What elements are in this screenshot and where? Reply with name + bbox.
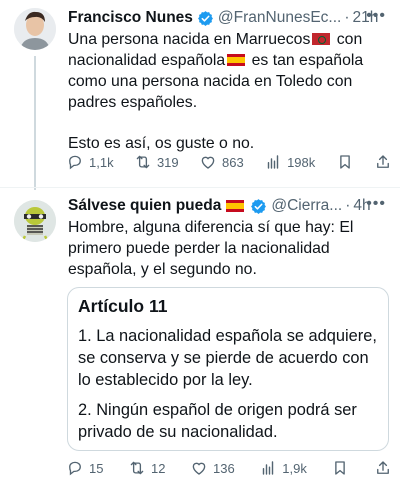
article-title: Artículo 11 xyxy=(78,296,168,316)
views-icon xyxy=(263,461,274,475)
tweet-2-actions: 15 12 136 1,9k xyxy=(66,458,392,478)
tweet-2[interactable]: Sálvese quien pueda @Cierra... · 4h ••• … xyxy=(0,0,400,487)
reply-button[interactable]: 15 xyxy=(66,459,103,477)
quoted-image-card[interactable]: Artículo 11 1. La nacionalidad española … xyxy=(67,287,389,451)
like-icon xyxy=(192,462,206,475)
author-handle[interactable]: @Cierra... xyxy=(271,197,342,215)
reply-count: 15 xyxy=(89,460,104,476)
views-count: 1,9k xyxy=(282,460,307,476)
like-button[interactable]: 136 xyxy=(190,459,235,477)
share-icon xyxy=(377,461,389,474)
views-button[interactable]: 1,9k xyxy=(259,459,307,477)
tweet-2-text: Hombre, alguna diferencia sí que hay: El… xyxy=(68,219,354,278)
retweet-icon xyxy=(130,461,144,475)
author-name[interactable]: Sálvese quien pueda xyxy=(68,197,221,215)
separator-dot: · xyxy=(345,197,351,214)
article-item-1: 1. La nacionalidad española se adquiere,… xyxy=(78,327,377,389)
share-button[interactable] xyxy=(374,459,392,477)
retweet-button[interactable]: 12 xyxy=(128,459,165,477)
retweet-count: 12 xyxy=(151,460,166,476)
bookmark-icon xyxy=(335,461,346,475)
more-icon[interactable]: ••• xyxy=(366,195,386,213)
bookmark-button[interactable] xyxy=(331,459,349,477)
verified-badge-icon xyxy=(251,198,267,214)
avatar-salvese[interactable] xyxy=(14,200,56,242)
article-item-2: 2. Ningún español de origen podrá ser pr… xyxy=(78,401,357,441)
spain-flag-icon xyxy=(226,200,245,212)
tweet-2-header: Sálvese quien pueda @Cierra... · 4h ••• xyxy=(68,195,390,217)
reply-icon xyxy=(69,461,81,476)
like-count: 136 xyxy=(213,460,235,476)
